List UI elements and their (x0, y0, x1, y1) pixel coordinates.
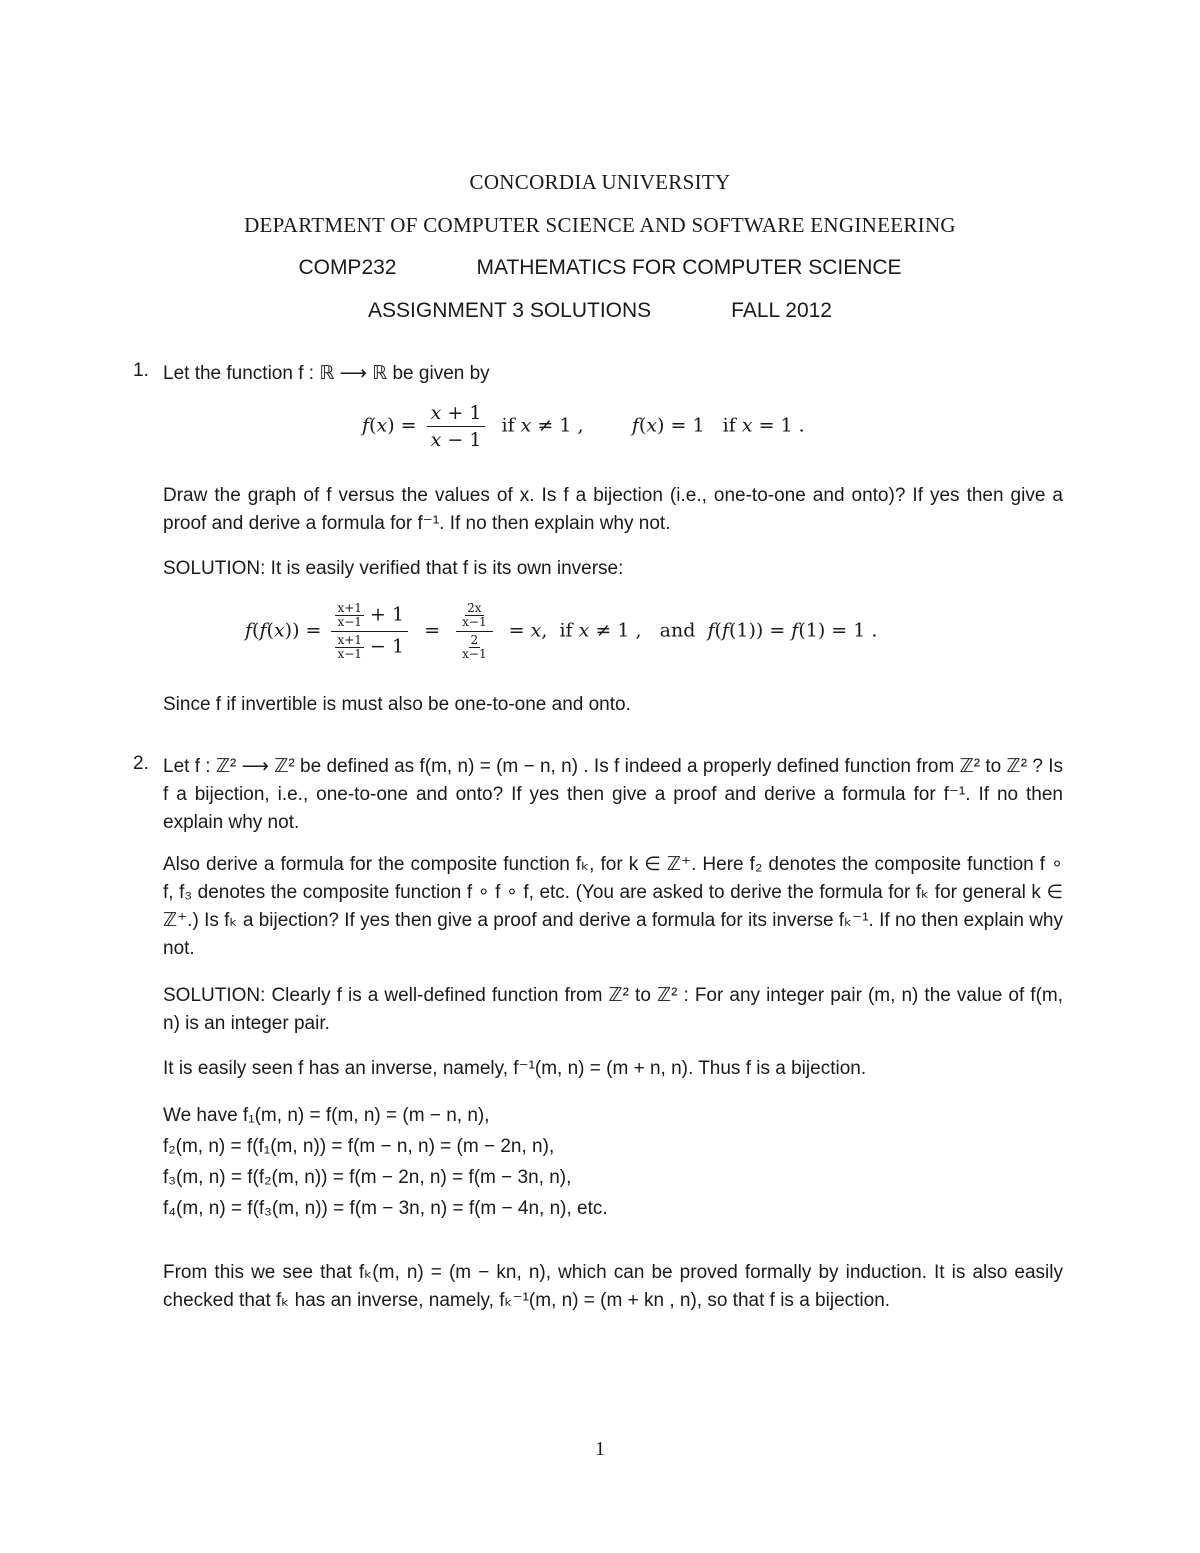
assignment-line: ASSIGNMENT 3 SOLUTIONS FALL 2012 (0, 299, 1200, 323)
problem-1-conclusion: Since f if invertible is must also be on… (163, 694, 631, 715)
department-title: DEPARTMENT OF COMPUTER SCIENCE AND SOFTW… (244, 213, 956, 237)
document-page: CONCORDIA UNIVERSITY DEPARTMENT OF COMPU… (0, 0, 1200, 1553)
problem-1-question: Draw the graph of f versus the values of… (163, 485, 1063, 534)
problem-1-solution-intro: SOLUTION: It is easily verified that f i… (163, 558, 624, 579)
problem-1-number: 1. (133, 360, 149, 381)
university-title: CONCORDIA UNIVERSITY (469, 170, 731, 194)
course-code: COMP232 (298, 256, 397, 279)
problem-2-solution-3: From this we see that fₖ(m, n) = (m − kn… (163, 1262, 1063, 1311)
problem-2-question-2: Also derive a formula for the composite … (163, 854, 1063, 959)
page-number: 1 (595, 1438, 605, 1460)
derivation-line: f₂(m, n) = f(f₁(m, n)) = f(m − n, n) = (… (163, 1136, 555, 1157)
course-name: MATHEMATICS FOR COMPUTER SCIENCE (476, 256, 902, 279)
problem-2-derivation: We have f₁(m, n) = f(m, n) = (m − n, n),… (163, 1100, 1063, 1224)
course-line: COMP232 MATHEMATICS FOR COMPUTER SCIENCE (0, 256, 1200, 280)
derivation-line: f₃(m, n) = f(f₂(m, n)) = f(m − 2n, n) = … (163, 1167, 572, 1188)
problem-1-intro-text: Let the function f : ℝ ⟶ ℝ be given by (163, 363, 490, 384)
problem-1-definition: f(x) = x + 1x − 1 if x ≠ 1 , f(x) = 1 if… (362, 402, 805, 451)
derivation-line: We have f₁(m, n) = f(m, n) = (m − n, n), (163, 1105, 490, 1126)
problem-1-intro: Let the function f : ℝ ⟶ ℝ be given by (163, 360, 1063, 388)
problem-1-solution-equation: f(f(x)) = x+1 x−1 + 1 x+1 x−1 − 1 = 2x x−1 … (245, 601, 878, 661)
fraction: x + 1x − 1 (426, 402, 486, 451)
problem-2-solution-1: SOLUTION: Clearly f is a well-defined fu… (163, 985, 1063, 1034)
problem-2-solution-2: It is easily seen f has an inverse, name… (163, 1058, 867, 1079)
assignment-title: ASSIGNMENT 3 SOLUTIONS (368, 299, 652, 322)
term: FALL 2012 (731, 299, 832, 322)
derivation-line: f₄(m, n) = f(f₃(m, n)) = f(m − 3n, n) = … (163, 1198, 608, 1219)
problem-2-question-1: Let f : ℤ² ⟶ ℤ² be defined as f(m, n) = … (163, 756, 1063, 833)
problem-2-number: 2. (133, 753, 149, 774)
